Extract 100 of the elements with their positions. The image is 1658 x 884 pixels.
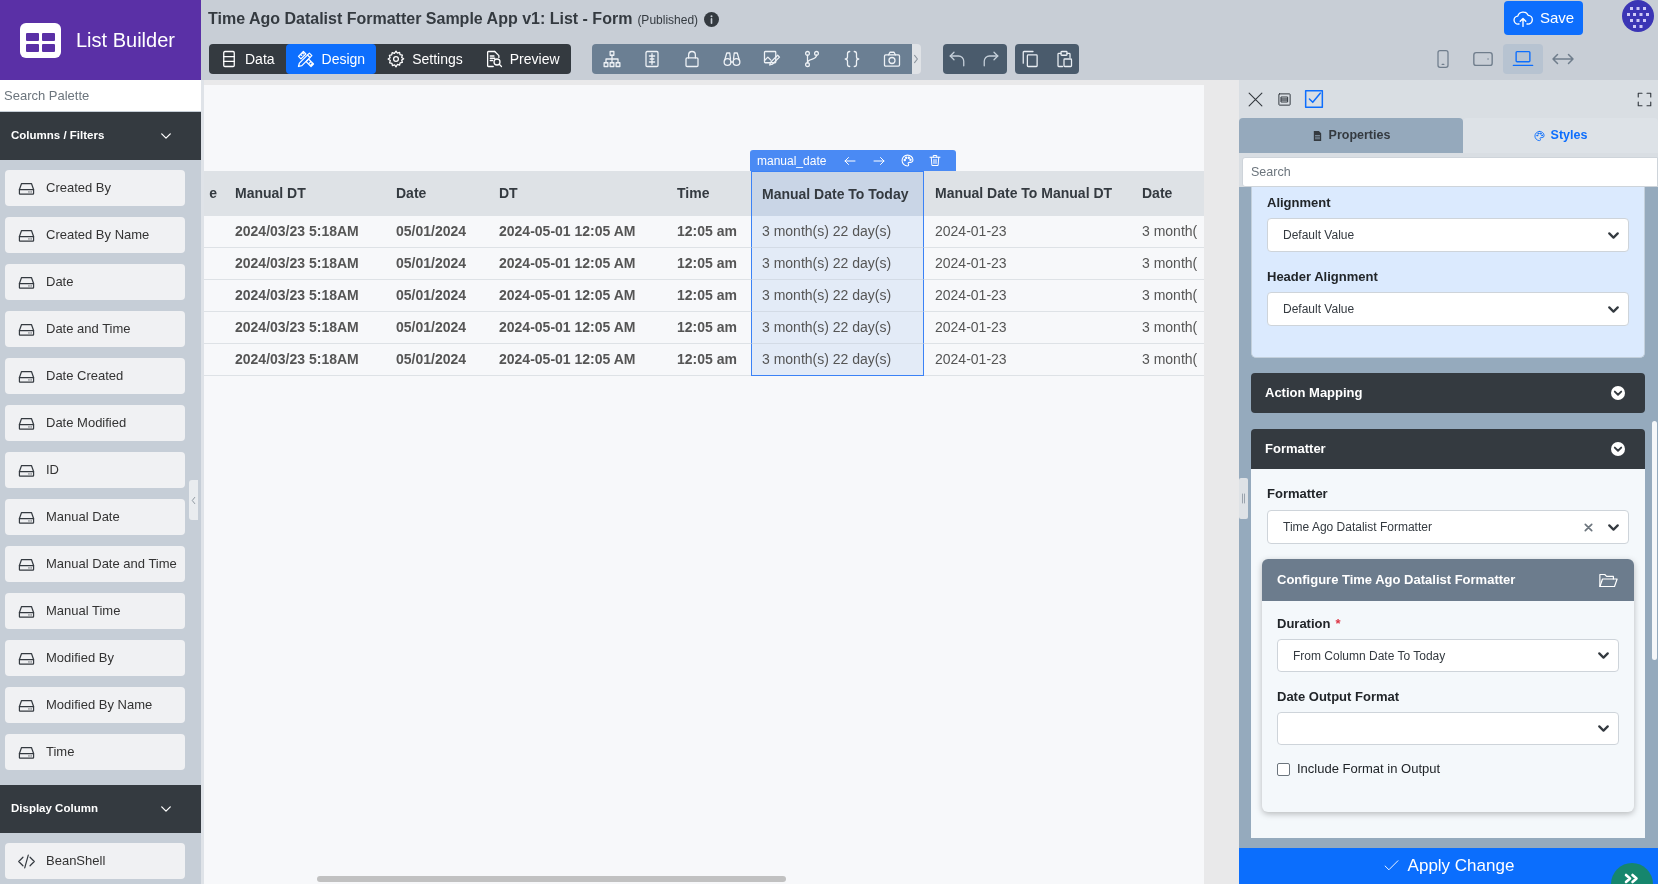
code-icon: [17, 852, 36, 870]
palette-item[interactable]: BeanShell: [5, 843, 185, 879]
scrollbar-thumb[interactable]: [1652, 421, 1657, 660]
mode-tab[interactable]: Settings: [376, 44, 474, 74]
arrow-left-icon[interactable]: [843, 154, 858, 167]
section-header[interactable]: Display Column: [0, 785, 201, 833]
undo-icon[interactable]: [947, 50, 966, 68]
table-cell: 3 month(s) 22 day(s): [751, 312, 924, 344]
column-header[interactable]: Date: [385, 171, 488, 216]
mode-tab[interactable]: Design: [285, 44, 377, 74]
column-header[interactable]: Manual Date To Manual DT: [924, 171, 1131, 216]
field-label: Formatter: [1267, 485, 1329, 503]
checkbox-icon[interactable]: [1304, 89, 1324, 109]
resize-handle-icon[interactable]: [1239, 478, 1248, 519]
table-cell: 2024-01-23: [924, 344, 1131, 376]
panel-tab[interactable]: Properties: [1239, 118, 1463, 153]
table-cell: 05/01/2024: [385, 216, 488, 248]
palette-icon[interactable]: [901, 154, 915, 167]
save-button[interactable]: Save: [1504, 1, 1583, 35]
mode-tab[interactable]: Preview: [473, 44, 571, 74]
table-cell: 3 month(: [1131, 312, 1204, 344]
column-header[interactable]: Date: [1131, 171, 1204, 216]
chevron-down-icon: [1608, 523, 1619, 531]
panel-tab[interactable]: Styles: [1463, 118, 1658, 153]
palette-item[interactable]: Manual Date and Time: [5, 546, 185, 582]
hierarchy-icon[interactable]: [602, 50, 621, 68]
select-field[interactable]: Default Value: [1267, 292, 1629, 326]
column-header[interactable]: Manual DT: [224, 171, 385, 216]
palette-item[interactable]: Manual Time: [5, 593, 185, 629]
column-header[interactable]: Time: [666, 171, 751, 216]
table-cell: 3 month(: [1131, 216, 1204, 248]
folder-open-icon[interactable]: [1599, 572, 1618, 588]
rows-icon: [220, 50, 238, 68]
mode-tab[interactable]: Data: [209, 44, 286, 74]
table-cell: 3 month(s) 22 day(s): [751, 280, 924, 312]
copy-icon[interactable]: [1020, 50, 1039, 68]
table-cell: 3 month(: [1131, 280, 1204, 312]
trash-icon[interactable]: [929, 154, 942, 167]
palette-item[interactable]: Created By Name: [5, 217, 185, 253]
palette-item[interactable]: Date: [5, 264, 185, 300]
palette-item[interactable]: Modified By: [5, 640, 185, 676]
camera-icon[interactable]: [882, 50, 901, 68]
scrollbar-thumb[interactable]: [317, 876, 786, 882]
apply-button[interactable]: Apply Change: [1239, 848, 1658, 884]
table-cell: 3 month(: [1131, 248, 1204, 280]
table-cell: 2024-05-01 12:05 AM: [488, 216, 666, 248]
checkbox[interactable]: [1277, 762, 1290, 776]
field-label: Date Output Format: [1277, 688, 1400, 707]
palette-item[interactable]: Created By: [5, 170, 185, 206]
search-field[interactable]: Search: [1242, 157, 1658, 187]
redo-icon[interactable]: [981, 50, 1000, 68]
lock-icon[interactable]: [682, 50, 701, 68]
info-icon[interactable]: [704, 12, 720, 27]
image-edit-icon[interactable]: [762, 50, 781, 68]
document-search-icon: [484, 50, 503, 68]
check-icon: [1382, 859, 1400, 873]
select-field[interactable]: Time Ago Datalist Formatter: [1267, 510, 1629, 544]
table-cell: 2024-05-01 12:05 AM: [488, 312, 666, 344]
select-field[interactable]: Default Value: [1267, 218, 1629, 252]
avatar-icon[interactable]: [1622, 0, 1654, 32]
palette-item[interactable]: Manual Date: [5, 499, 185, 535]
chevron-down-icon: [1598, 652, 1609, 659]
column-name: manual_date: [757, 152, 827, 170]
palette-item[interactable]: Date Modified: [5, 405, 185, 441]
clipboard-icon[interactable]: [1054, 50, 1073, 68]
column-header[interactable]: e: [204, 171, 224, 216]
table-cell: 2024-01-23: [924, 280, 1131, 312]
palette-item[interactable]: ID: [5, 452, 185, 488]
device-button[interactable]: [1503, 44, 1543, 74]
palette-item[interactable]: Time: [5, 734, 185, 770]
table-icon: [20, 22, 61, 58]
column-header[interactable]: Manual Date To Today: [751, 171, 924, 216]
binoculars-icon[interactable]: [722, 50, 741, 68]
fullscreen-icon[interactable]: [1637, 91, 1652, 107]
double-chevron-icon[interactable]: [1611, 862, 1653, 884]
clear-icon[interactable]: [1584, 522, 1593, 532]
section-header[interactable]: Formatter: [1251, 429, 1645, 469]
form-icon[interactable]: [1277, 91, 1292, 107]
table-cell: 3 month(s) 22 day(s): [751, 216, 924, 248]
braces-icon[interactable]: [842, 50, 861, 68]
document-icon: [1311, 129, 1323, 142]
select-field[interactable]: [1277, 712, 1619, 745]
section-header[interactable]: Columns / Filters: [0, 112, 201, 160]
toolbar-scroll-button[interactable]: [911, 44, 921, 74]
palette-item[interactable]: Date Created: [5, 358, 185, 394]
palette-item[interactable]: Date and Time: [5, 311, 185, 347]
select-field[interactable]: From Column Date To Today: [1277, 639, 1619, 672]
palette-icon: [1533, 129, 1545, 142]
close-icon[interactable]: [1247, 90, 1264, 108]
palette-item[interactable]: Modified By Name: [5, 687, 185, 723]
arrow-right-icon[interactable]: [872, 154, 887, 167]
branch-icon[interactable]: [802, 50, 821, 68]
column-icon[interactable]: [642, 50, 661, 68]
table-cell: 2024/03/23 5:18AM: [224, 216, 385, 248]
section-header[interactable]: Action Mapping: [1251, 373, 1645, 413]
search-field[interactable]: Search Palette: [0, 80, 201, 111]
page-title: Time Ago Datalist Formatter Sample App v1: List - Form: [208, 9, 633, 29]
app-title: List Builder: [76, 28, 175, 53]
column-header[interactable]: DT: [488, 171, 666, 216]
table-cell: 2024-05-01 12:05 AM: [488, 344, 666, 376]
